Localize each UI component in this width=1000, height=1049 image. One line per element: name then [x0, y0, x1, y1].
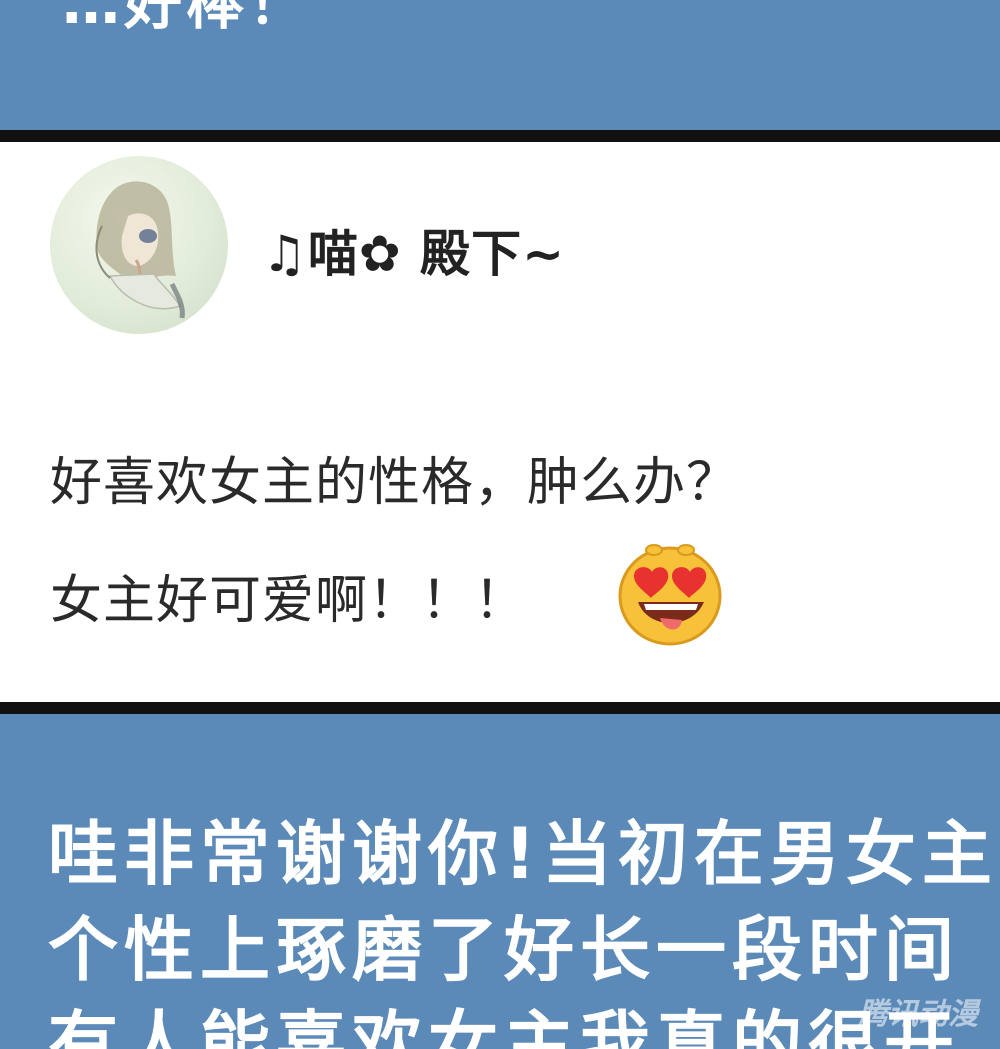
username[interactable]: ♫喵✿ 殿下~ [262, 214, 565, 286]
reply-text-line: 个性上琢磨了好长一段时间 [48, 909, 960, 991]
reply-text-line: 哇非常谢谢你!当初在男女主 [48, 813, 998, 895]
comment-text-line: 好喜欢女主的性格，肿么办？ [50, 453, 740, 513]
watermark-logo: 腾讯动漫 [858, 997, 978, 1032]
user-avatar[interactable] [50, 156, 228, 334]
heart-eyes-emoji-icon [618, 544, 722, 646]
reply-blue-band: 哇非常谢谢你!当初在男女主 个性上琢磨了好长一段时间 有人能喜欢女主我真的很开 … [0, 714, 1000, 1049]
reply-text-line: 有人能喜欢女主我真的很开 [48, 1003, 960, 1049]
cut-off-text: …好棒！ [62, 0, 311, 37]
avatar-illustration-icon [95, 181, 185, 319]
comment-card: ♫喵✿ 殿下~ 好喜欢女主的性格，肿么办？ 女主好可爱啊！！！ [0, 142, 1000, 702]
comment-text-line: 女主好可爱啊！！！ [50, 571, 528, 631]
top-blue-band: …好棒！ [0, 0, 1000, 130]
